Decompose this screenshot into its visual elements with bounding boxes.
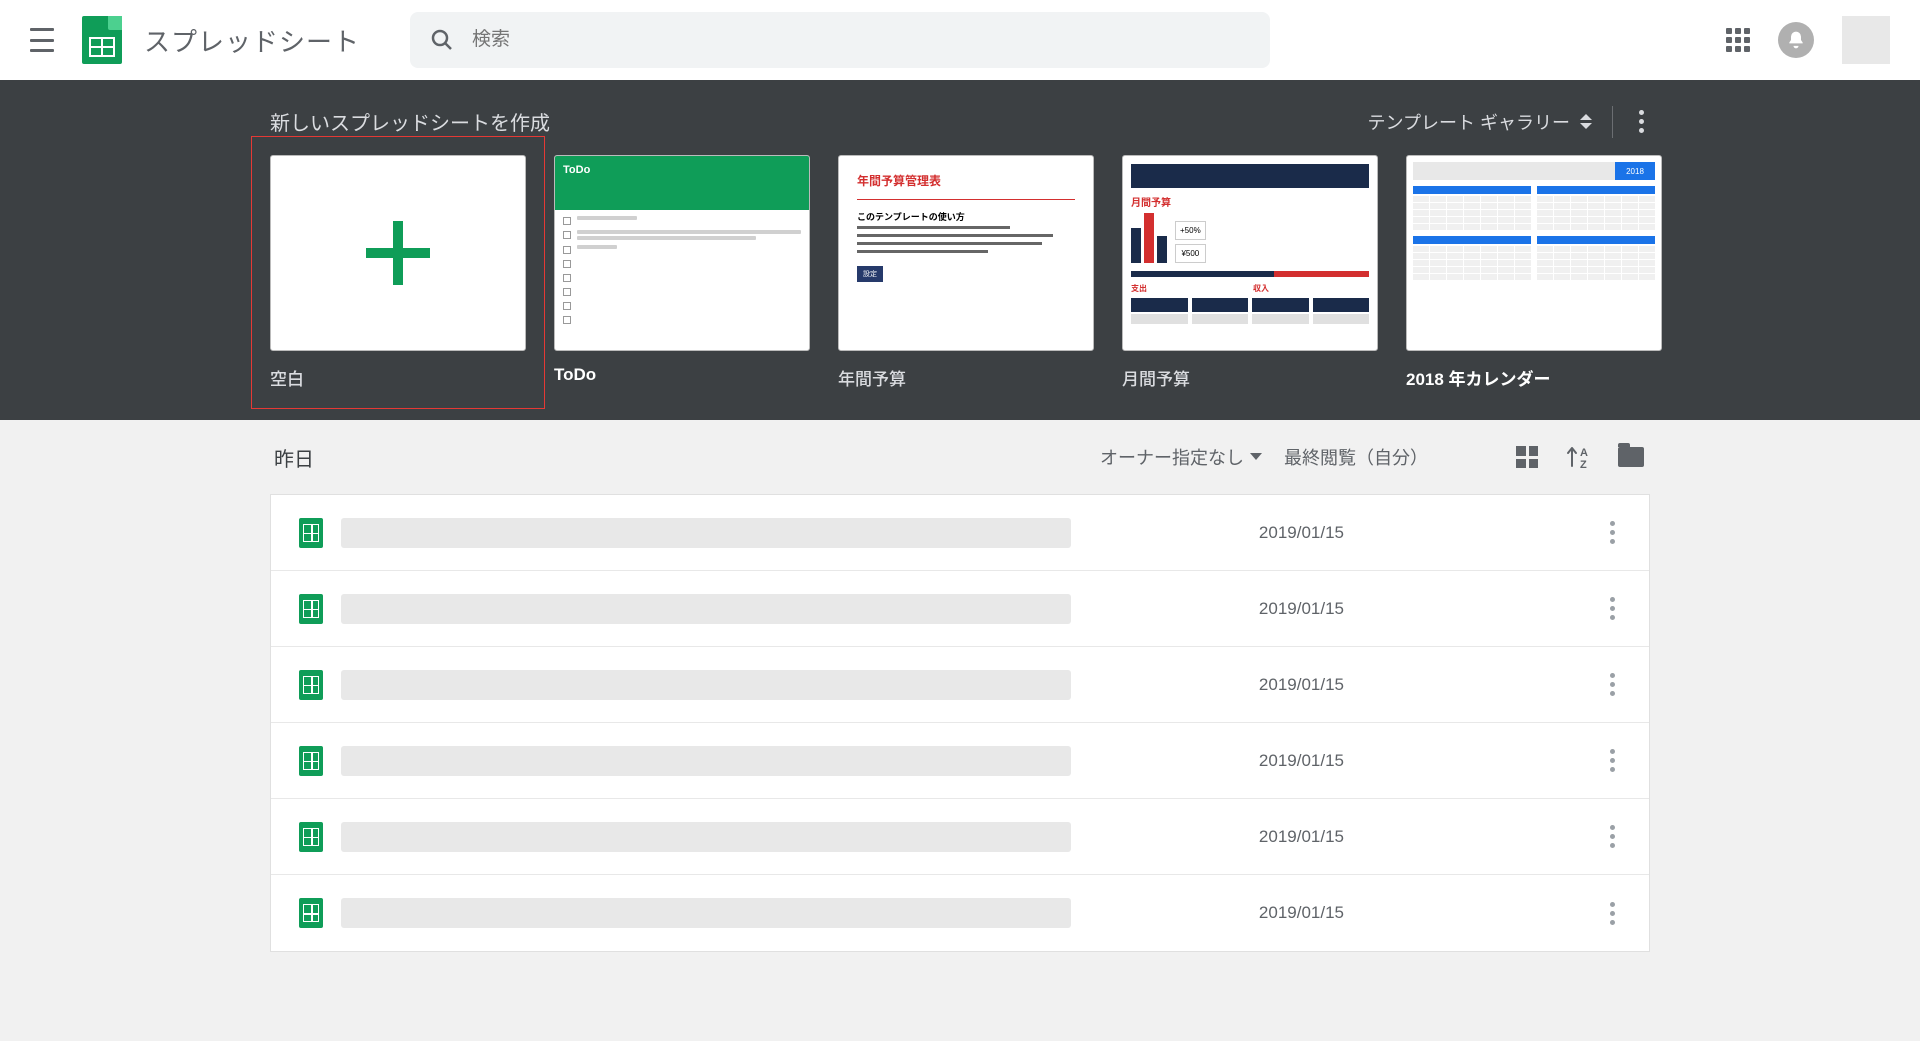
sheets-file-icon bbox=[299, 594, 323, 624]
doc-date: 2019/01/15 bbox=[1259, 523, 1344, 543]
doc-more-button[interactable] bbox=[1604, 591, 1621, 626]
doc-name-placeholder bbox=[341, 594, 1071, 624]
template-label: ToDo bbox=[554, 365, 810, 385]
sheets-file-icon bbox=[299, 898, 323, 928]
divider bbox=[1612, 106, 1613, 138]
template-row: 空白 ToDo bbox=[270, 155, 1650, 390]
template-gallery-button[interactable]: テンプレート ギャラリー bbox=[1368, 109, 1592, 135]
owner-filter-label: オーナー指定なし bbox=[1100, 444, 1244, 470]
template-card-annual-budget[interactable]: 年間予算管理表 このテンプレートの使い方 設定 年間予算 bbox=[838, 155, 1094, 390]
doc-more-button[interactable] bbox=[1604, 896, 1621, 931]
template-thumb-blank bbox=[270, 155, 526, 351]
template-gallery-label: テンプレート ギャラリー bbox=[1368, 109, 1570, 135]
doc-name-placeholder bbox=[341, 746, 1071, 776]
doc-row[interactable]: 2019/01/15 bbox=[271, 495, 1649, 571]
doc-name-placeholder bbox=[341, 518, 1071, 548]
template-label: 月間予算 bbox=[1122, 365, 1378, 390]
docs-list: 2019/01/15 2019/01/15 2019/01/15 2019/01… bbox=[270, 494, 1650, 952]
doc-row[interactable]: 2019/01/15 bbox=[271, 571, 1649, 647]
unfold-icon bbox=[1580, 114, 1592, 129]
grid-icon bbox=[1516, 446, 1538, 468]
doc-name-placeholder bbox=[341, 898, 1071, 928]
search-input[interactable] bbox=[472, 29, 1250, 51]
sheets-file-icon bbox=[299, 518, 323, 548]
template-label: 空白 bbox=[270, 365, 526, 390]
doc-row[interactable]: 2019/01/15 bbox=[271, 875, 1649, 951]
apps-grid-icon[interactable] bbox=[1726, 28, 1750, 52]
app-title: スプレッドシート bbox=[144, 22, 360, 59]
doc-date: 2019/01/15 bbox=[1259, 751, 1344, 771]
template-card-blank[interactable]: 空白 bbox=[270, 155, 526, 390]
doc-more-button[interactable] bbox=[1604, 515, 1621, 550]
doc-date: 2019/01/15 bbox=[1259, 675, 1344, 695]
bell-icon bbox=[1786, 30, 1806, 50]
doc-date: 2019/01/15 bbox=[1259, 903, 1344, 923]
caret-down-icon bbox=[1250, 453, 1262, 461]
doc-row[interactable]: 2019/01/15 bbox=[271, 723, 1649, 799]
folder-icon bbox=[1618, 447, 1644, 467]
doc-more-button[interactable] bbox=[1604, 819, 1621, 854]
doc-more-button[interactable] bbox=[1604, 743, 1621, 778]
notifications-button[interactable] bbox=[1778, 22, 1814, 58]
grid-view-button[interactable] bbox=[1512, 442, 1542, 472]
template-label: 2018 年カレンダー bbox=[1406, 365, 1662, 390]
main-menu-button[interactable] bbox=[30, 28, 54, 52]
doc-name-placeholder bbox=[341, 822, 1071, 852]
sort-az-button[interactable]: A Z bbox=[1564, 442, 1594, 472]
template-label: 年間予算 bbox=[838, 365, 1094, 390]
sheets-file-icon bbox=[299, 822, 323, 852]
app-header: スプレッドシート bbox=[0, 0, 1920, 80]
open-folder-button[interactable] bbox=[1616, 442, 1646, 472]
doc-row[interactable]: 2019/01/15 bbox=[271, 647, 1649, 723]
docs-heading: 昨日 bbox=[274, 443, 314, 472]
doc-date: 2019/01/15 bbox=[1259, 599, 1344, 619]
template-card-monthly-budget[interactable]: 月間予算 +50% ¥500 bbox=[1122, 155, 1378, 390]
template-section: 新しいスプレッドシートを作成 テンプレート ギャラリー bbox=[0, 80, 1920, 420]
svg-text:Z: Z bbox=[1580, 459, 1587, 469]
template-more-button[interactable] bbox=[1633, 104, 1650, 139]
search-box[interactable] bbox=[410, 12, 1270, 68]
doc-date: 2019/01/15 bbox=[1259, 827, 1344, 847]
doc-row[interactable]: 2019/01/15 bbox=[271, 799, 1649, 875]
sort-az-icon: A Z bbox=[1565, 445, 1593, 469]
sheets-file-icon bbox=[299, 746, 323, 776]
template-thumb-todo: ToDo bbox=[554, 155, 810, 351]
doc-more-button[interactable] bbox=[1604, 667, 1621, 702]
search-icon bbox=[430, 28, 454, 52]
account-avatar[interactable] bbox=[1842, 16, 1890, 64]
owner-filter-dropdown[interactable]: オーナー指定なし bbox=[1100, 444, 1262, 470]
template-thumb-calendar: 2018 bbox=[1406, 155, 1662, 351]
template-thumb-annual: 年間予算管理表 このテンプレートの使い方 設定 bbox=[838, 155, 1094, 351]
template-thumb-monthly: 月間予算 +50% ¥500 bbox=[1122, 155, 1378, 351]
template-section-title: 新しいスプレッドシートを作成 bbox=[270, 107, 550, 136]
svg-text:A: A bbox=[1580, 447, 1588, 459]
sheets-file-icon bbox=[299, 670, 323, 700]
sheets-logo-icon[interactable] bbox=[82, 16, 122, 64]
sort-label: 最終閲覧（自分） bbox=[1284, 444, 1428, 470]
doc-name-placeholder bbox=[341, 670, 1071, 700]
template-card-calendar[interactable]: 2018 2018 年カレンダー bbox=[1406, 155, 1662, 390]
docs-section: 昨日 オーナー指定なし 最終閲覧（自分） A Z bbox=[0, 420, 1920, 974]
template-card-todo[interactable]: ToDo ToDo bbox=[554, 155, 810, 390]
